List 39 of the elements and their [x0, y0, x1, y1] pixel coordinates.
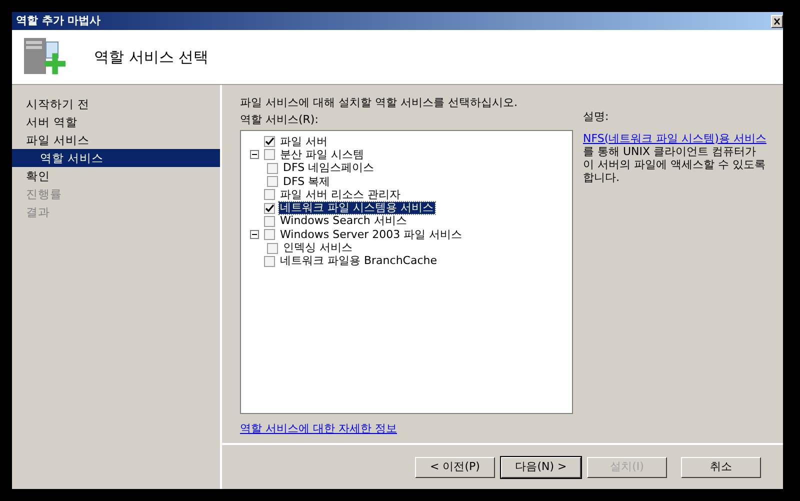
description-link[interactable]: NFS(네트워크 파일 시스템)용 서비스 [583, 132, 766, 144]
sidebar-item[interactable]: 확인 [12, 167, 220, 185]
wizard-button[interactable]: 취소 [681, 456, 761, 478]
tree-item[interactable]: 파일 서버 리소스 관리자 [279, 188, 402, 201]
instruction-text: 파일 서비스에 대해 설치할 역할 서비스를 선택하십시오. [240, 95, 518, 111]
tree-item[interactable]: 네트워크 파일 시스템용 서비스 [279, 202, 434, 214]
sidebar-item[interactable]: 서버 역할 [12, 113, 220, 131]
tree-item[interactable]: 인덱싱 서비스 [282, 242, 354, 254]
window-title: 역할 추가 마법사 [16, 12, 101, 29]
page-title: 역할 서비스 선택 [94, 46, 209, 68]
tree-item[interactable]: 파일 서버 [279, 136, 328, 148]
wizard-button[interactable]: < 이전(P) [415, 456, 495, 478]
checkbox[interactable] [267, 242, 278, 254]
checkbox[interactable] [264, 136, 275, 148]
tree-item[interactable]: DFS 복제 [282, 176, 332, 188]
checkbox[interactable] [264, 256, 275, 267]
sidebar-item[interactable]: 파일 서비스 [12, 131, 220, 149]
tree-label: 역할 서비스(R): [240, 112, 320, 128]
tree-item[interactable]: 분산 파일 시스템 [279, 148, 365, 161]
checkbox[interactable] [267, 162, 278, 174]
description-text: NFS(네트워크 파일 시스템)용 서비스 를 통해 UNIX 클라이언트 컴퓨터가 이 서버의 파일에 액세스할 수 있도록 합니다. [583, 132, 768, 184]
description-heading: 설명: [583, 109, 610, 125]
checkbox[interactable] [267, 176, 278, 188]
sidebar-item[interactable]: 역할 서비스 [12, 149, 220, 167]
sidebar-item[interactable]: 시작하기 전 [12, 95, 220, 113]
wizard-button[interactable]: 다음(N) > [501, 456, 581, 478]
checkbox[interactable] [264, 216, 275, 227]
checkbox[interactable] [264, 189, 275, 200]
more-info-link[interactable]: 역할 서비스에 대한 자세한 정보 [240, 422, 397, 435]
tree-item[interactable]: DFS 네임스페이스 [282, 162, 376, 174]
checkbox[interactable] [264, 202, 275, 214]
collapse-icon[interactable] [249, 150, 260, 160]
checkbox[interactable] [264, 229, 275, 240]
checkbox[interactable] [264, 149, 275, 160]
close-icon[interactable] [771, 14, 783, 28]
collapse-icon[interactable] [249, 230, 260, 240]
tree-item[interactable]: Windows Search 서비스 [279, 215, 408, 228]
tree-item[interactable]: Windows Server 2003 파일 서비스 [279, 228, 464, 241]
tree-item[interactable]: 네트워크 파일용 BranchCache [279, 255, 438, 268]
